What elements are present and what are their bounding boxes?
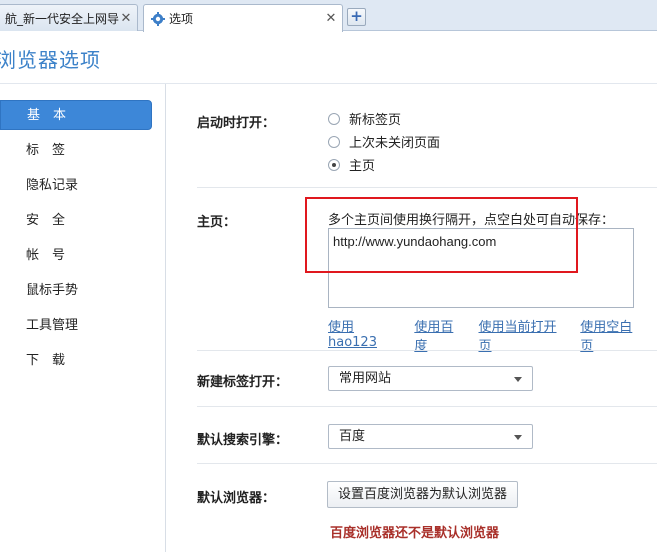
radio-button-selected[interactable] [328,158,340,171]
use-blank-page-link[interactable]: 使用空白页 [580,316,643,354]
radio-button[interactable] [328,112,340,125]
new-tab-select[interactable]: 常用网站 [328,366,533,391]
default-browser-label: 默认浏览器： [197,491,276,506]
new-tab-label: 新建标签打开： [197,375,289,390]
tab-navigation[interactable]: 航_新一代安全上网导 ✕ [0,4,138,31]
sidebar-item-privacy[interactable]: 隐私记录 [0,171,152,201]
search-engine-select[interactable]: 百度 [328,424,533,449]
option-label: 上次未关闭页面 [349,136,441,151]
gear-icon [151,11,165,26]
startup-option-homepage[interactable]: 主页 [328,155,375,174]
option-label: 主页 [349,159,376,174]
tab-title: 航_新一代安全上网导 [5,11,119,26]
option-label: 新标签页 [349,113,402,128]
divider [197,350,657,351]
default-browser-status: 百度浏览器还不是默认浏览器 [330,526,500,541]
chevron-down-icon [514,435,522,440]
page-title: 浏览器选项 [0,48,101,72]
radio-button[interactable] [328,135,340,148]
sidebar-item-security[interactable]: 安 全 [0,206,152,236]
set-default-browser-button[interactable]: 设置百度浏览器为默认浏览器 [327,481,518,508]
homepage-label: 主页： [197,215,237,230]
select-value: 常用网站 [339,371,392,386]
sidebar-item-downloads[interactable]: 下 载 [0,346,152,376]
search-engine-label: 默认搜索引擎： [197,433,289,448]
use-hao123-link[interactable]: 使用hao123 [328,316,400,354]
use-current-page-link[interactable]: 使用当前打开页 [479,316,567,354]
highlight-annotation-box [305,197,578,273]
chevron-down-icon [514,377,522,382]
sidebar: 基 本 标 签 隐私记录 安 全 帐 号 鼠标手势 工具管理 下 载 [0,84,166,552]
sidebar-item-tools[interactable]: 工具管理 [0,311,152,341]
tab-options[interactable]: 选项 ✕ [143,4,343,32]
divider [197,463,657,464]
sidebar-item-mouse-gestures[interactable]: 鼠标手势 [0,276,152,306]
select-value: 百度 [339,429,366,444]
startup-label: 启动时打开： [197,116,276,131]
tab-title: 选项 [169,12,194,26]
close-icon[interactable]: ✕ [324,11,338,26]
close-icon[interactable]: ✕ [119,11,133,26]
use-baidu-link[interactable]: 使用百度 [414,316,464,354]
new-tab-button[interactable]: + [347,8,366,26]
homepage-quick-links: 使用hao123 使用百度 使用当前打开页 使用空白页 [328,316,657,354]
divider [197,406,657,407]
startup-option-newtab[interactable]: 新标签页 [328,109,401,128]
sidebar-item-tabs[interactable]: 标 签 [0,136,152,166]
sidebar-item-basic[interactable]: 基 本 [0,100,152,130]
divider [197,187,657,188]
sidebar-item-account[interactable]: 帐 号 [0,241,152,271]
startup-option-restore[interactable]: 上次未关闭页面 [328,132,440,151]
tab-strip: 航_新一代安全上网导 ✕ 选项 ✕ + [0,0,657,32]
